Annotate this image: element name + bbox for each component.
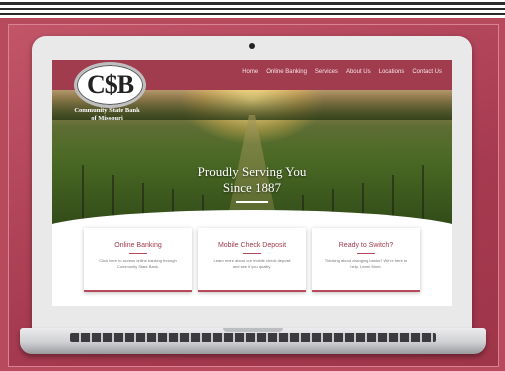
laptop-screen: Home Online Banking Services About Us Lo… (52, 60, 452, 306)
main-nav: Home Online Banking Services About Us Lo… (242, 69, 442, 75)
card-mobile-check-deposit[interactable]: Mobile Check Deposit Learn more about ou… (198, 228, 306, 292)
card-divider (357, 253, 375, 254)
keyboard (70, 333, 436, 342)
nav-contact-us[interactable]: Contact Us (412, 69, 442, 75)
laptop-base (20, 328, 486, 354)
hero-line2: Since 1887 (222, 180, 282, 195)
top-border-lines (0, 0, 505, 18)
nav-about-us[interactable]: About Us (346, 69, 371, 75)
nav-services[interactable]: Services (315, 69, 338, 75)
logo-mark: C$B (86, 70, 134, 99)
logo-wordmark: Community State Bank of Missouri (64, 107, 150, 123)
hero-headline: Proudly Serving You Since 1887 (52, 164, 452, 196)
card-divider (129, 253, 147, 254)
card-title: Online Banking (114, 242, 162, 249)
base-notch (223, 328, 283, 332)
nav-home[interactable]: Home (242, 69, 258, 75)
card-ready-to-switch[interactable]: Ready to Switch? Thinking about changing… (312, 228, 420, 292)
nav-locations[interactable]: Locations (379, 69, 405, 75)
card-title: Ready to Switch? (338, 242, 394, 249)
card-body: Learn more about our mobile check deposi… (213, 258, 291, 269)
nav-online-banking[interactable]: Online Banking (266, 69, 307, 75)
logo-name-line1: Community State Bank (74, 107, 140, 114)
feature-cards: Online Banking Click here to access onli… (84, 228, 420, 292)
card-divider (243, 253, 261, 254)
card-title: Mobile Check Deposit (217, 242, 287, 249)
hero-line1: Proudly Serving You (197, 164, 307, 179)
picture-frame: Home Online Banking Services About Us Lo… (0, 18, 505, 371)
logo-emblem: C$B (74, 62, 146, 108)
hero-divider (236, 201, 268, 203)
logo-name-line2: of Missouri (91, 115, 123, 122)
laptop-lid: Home Online Banking Services About Us Lo… (32, 36, 472, 336)
card-body: Click here to access online banking thro… (99, 258, 177, 269)
card-online-banking[interactable]: Online Banking Click here to access onli… (84, 228, 192, 292)
bank-logo[interactable]: C$B Community State Bank of Missouri (64, 62, 150, 132)
camera-icon (249, 43, 255, 49)
card-body: Thinking about changing banks? We're her… (324, 258, 408, 269)
